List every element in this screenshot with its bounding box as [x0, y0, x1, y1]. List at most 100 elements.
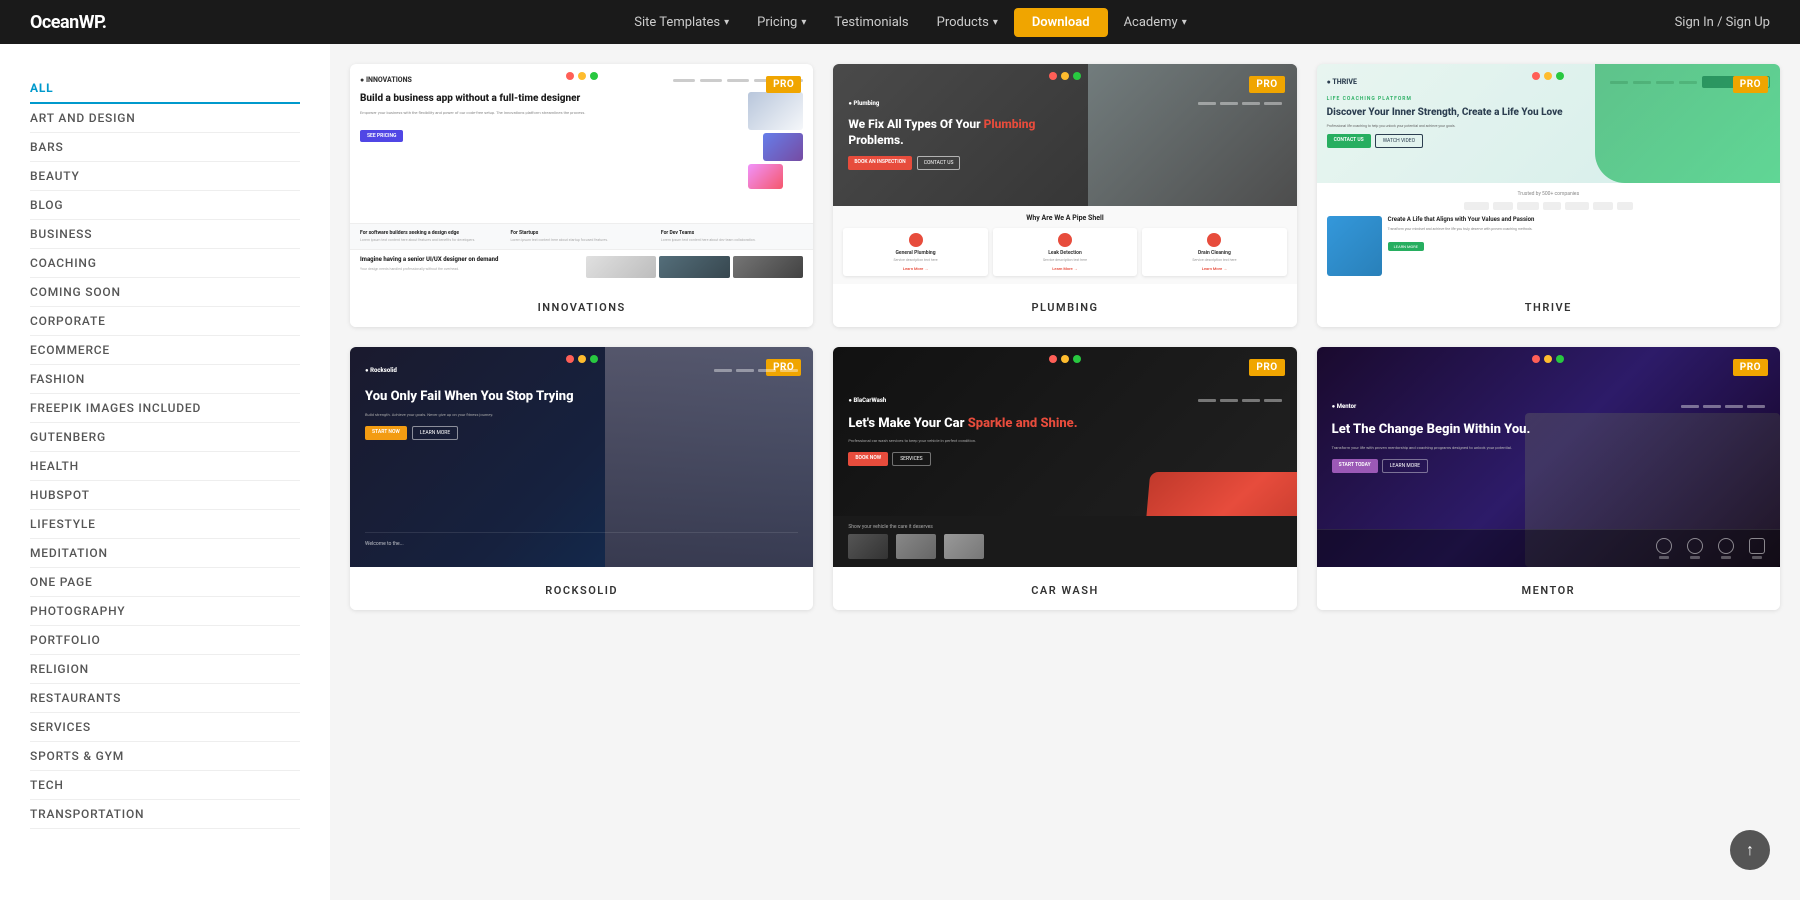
window-dots — [1049, 72, 1081, 80]
nav-products[interactable]: Products ▾ — [925, 9, 1010, 36]
mock-thrive-img — [1327, 216, 1382, 276]
card-mock-plumbing: ● Plumbing We Fix All Types Of Your Plum… — [833, 64, 1296, 284]
mock-plumbing-services: Why Are We A Pipe Shell General Plumbing… — [833, 206, 1296, 284]
sidebar-item-art-and-design[interactable]: ART AND DESIGN — [30, 104, 300, 133]
logo[interactable]: OceanWP. — [30, 12, 106, 33]
mock-rocksolid-content: You Only Fail When You Stop Trying Build… — [365, 389, 603, 440]
mock-innovations-images — [748, 92, 803, 189]
card-preview-thrive: PRO ● THRIVE — [1317, 64, 1780, 284]
sidebar-item-lifestyle[interactable]: LIFESTYLE — [30, 510, 300, 539]
dot-yellow — [1544, 72, 1552, 80]
template-card-plumbing[interactable]: PRO ● Plumbing — [833, 64, 1296, 327]
window-dots — [1532, 72, 1564, 80]
card-title-innovations: INNOVATIONS — [538, 301, 626, 314]
sidebar-item-coaching[interactable]: COACHING — [30, 249, 300, 278]
mock-innovations-split: Imagine having a senior UI/UX designer o… — [360, 256, 578, 278]
nav-site-templates[interactable]: Site Templates ▾ — [622, 9, 741, 36]
sidebar-item-beauty[interactable]: BEAUTY — [30, 162, 300, 191]
card-footer-innovations: INNOVATIONS — [350, 284, 813, 327]
dot-yellow — [578, 72, 586, 80]
mock-thrive-content: Create A Life that Aligns with Your Valu… — [1388, 216, 1770, 252]
card-mock-innovations: ● INNOVATIONS — [350, 64, 813, 284]
template-card-mentor[interactable]: PRO ● Mentor — [1317, 347, 1780, 610]
nav-academy[interactable]: Academy ▾ — [1112, 9, 1199, 36]
card-footer-carwash: CAR WASH — [833, 567, 1296, 610]
sidebar-item-gutenberg[interactable]: GUTENBERG — [30, 423, 300, 452]
mock-innovations-startups: For Startups Lorem ipsum text content he… — [510, 230, 652, 243]
card-mock-rocksolid: ● Rocksolid You Only Fail When You Stop … — [350, 347, 813, 567]
sidebar-item-one-page[interactable]: ONE PAGE — [30, 568, 300, 597]
sidebar-item-health[interactable]: HEALTH — [30, 452, 300, 481]
mock-mentor-title: Let The Change Begin Within You. — [1332, 422, 1765, 439]
sidebar-item-all[interactable]: ALL — [30, 74, 300, 104]
card-title-plumbing: PLUMBING — [1031, 301, 1098, 314]
nav-pricing[interactable]: Pricing ▾ — [745, 9, 818, 36]
mock-mentor-icons — [1317, 529, 1780, 567]
auth-link[interactable]: Sign In / Sign Up — [1675, 15, 1770, 30]
dot-green — [590, 355, 598, 363]
card-preview-plumbing: PRO ● Plumbing — [833, 64, 1296, 284]
pro-badge: PRO — [1733, 76, 1768, 93]
sidebar-item-ecommerce[interactable]: ECOMMERCE — [30, 336, 300, 365]
mock-innovations-bottom-images — [586, 256, 804, 278]
sidebar-item-meditation[interactable]: MEDITATION — [30, 539, 300, 568]
template-card-thrive[interactable]: PRO ● THRIVE — [1317, 64, 1780, 327]
templates-grid: PRO ● INNOVATIONS — [350, 64, 1780, 610]
card-preview-mentor: PRO ● Mentor — [1317, 347, 1780, 567]
sidebar-item-hubspot[interactable]: HUBSPOT — [30, 481, 300, 510]
dot-green — [1556, 72, 1564, 80]
sidebar-item-coming-soon[interactable]: COMING SOON — [30, 278, 300, 307]
sidebar-item-freepik-images-included[interactable]: FREEPIK IMAGES INCLUDED — [30, 394, 300, 423]
card-preview-carwash: PRO ● BlaCarWash — [833, 347, 1296, 567]
mock-innovations-cta: SEE PRICING — [360, 130, 403, 142]
templates-content: PRO ● INNOVATIONS — [330, 44, 1800, 630]
card-title-carwash: CAR WASH — [1031, 584, 1099, 597]
mock-innovations-title: Build a business app without a full-time… — [360, 92, 740, 105]
template-card-innovations[interactable]: PRO ● INNOVATIONS — [350, 64, 813, 327]
template-card-carwash[interactable]: PRO ● BlaCarWash — [833, 347, 1296, 610]
dot-red — [566, 355, 574, 363]
sidebar: ALLART AND DESIGNBARSBEAUTYBLOGBUSINESSC… — [0, 44, 330, 900]
card-footer-thrive: THRIVE — [1317, 284, 1780, 327]
dot-red — [1532, 72, 1540, 80]
sidebar-item-photography[interactable]: PHOTOGRAPHY — [30, 597, 300, 626]
mock-innovations-logo: ● INNOVATIONS — [360, 76, 412, 84]
nav-testimonials[interactable]: Testimonials — [822, 9, 920, 36]
window-dots — [566, 355, 598, 363]
dot-yellow — [1061, 72, 1069, 80]
sidebar-item-portfolio[interactable]: PORTFOLIO — [30, 626, 300, 655]
sidebar-item-tech[interactable]: TECH — [30, 771, 300, 800]
sidebar-item-restaurants[interactable]: RESTAURANTS — [30, 684, 300, 713]
pro-badge: PRO — [766, 76, 801, 93]
chevron-down-icon: ▾ — [1182, 17, 1187, 28]
card-title-mentor: MENTOR — [1522, 584, 1576, 597]
dot-green — [1073, 72, 1081, 80]
mock-thrive-trusted: Trusted by 500+ companies — [1317, 183, 1780, 284]
chevron-down-icon: ▾ — [724, 17, 729, 28]
scroll-to-top-button[interactable]: ↑ — [1730, 830, 1770, 870]
mock-carwash-bottom: Show your vehicle the care it deserves — [833, 516, 1296, 567]
sidebar-item-services[interactable]: SERVICES — [30, 713, 300, 742]
sidebar-item-transportation[interactable]: TRANSPORTATION — [30, 800, 300, 829]
mock-plumbing-hero: ● Plumbing We Fix All Types Of Your Plum… — [833, 85, 1296, 185]
nav-download-button[interactable]: Download — [1014, 8, 1108, 37]
dot-red — [1049, 72, 1057, 80]
mock-thrive-title: Discover Your Inner Strength, Create a L… — [1327, 106, 1571, 119]
sidebar-item-blog[interactable]: BLOG — [30, 191, 300, 220]
mock-innovations-devteams: For Dev Teams Lorem ipsum text content h… — [661, 230, 803, 243]
main-layout: ALLART AND DESIGNBARSBEAUTYBLOGBUSINESSC… — [0, 44, 1800, 630]
mock-plumbing-btns: BOOK AN INSPECTION CONTACT US — [848, 156, 1281, 170]
sidebar-item-bars[interactable]: BARS — [30, 133, 300, 162]
sidebar-item-religion[interactable]: RELIGION — [30, 655, 300, 684]
chevron-down-icon: ▾ — [993, 17, 998, 28]
card-footer-rocksolid: ROCKSOLID — [350, 567, 813, 610]
sidebar-item-sports-&-gym[interactable]: SPORTS & GYM — [30, 742, 300, 771]
template-card-rocksolid[interactable]: PRO ● Rocksolid You Only — [350, 347, 813, 610]
sidebar-item-corporate[interactable]: CORPORATE — [30, 307, 300, 336]
sidebar-item-fashion[interactable]: FASHION — [30, 365, 300, 394]
card-preview-innovations: PRO ● INNOVATIONS — [350, 64, 813, 284]
card-footer-plumbing: PLUMBING — [833, 284, 1296, 327]
mock-innovations-desc: Empower your business with the flexibili… — [360, 110, 740, 116]
dot-yellow — [578, 355, 586, 363]
sidebar-item-business[interactable]: BUSINESS — [30, 220, 300, 249]
